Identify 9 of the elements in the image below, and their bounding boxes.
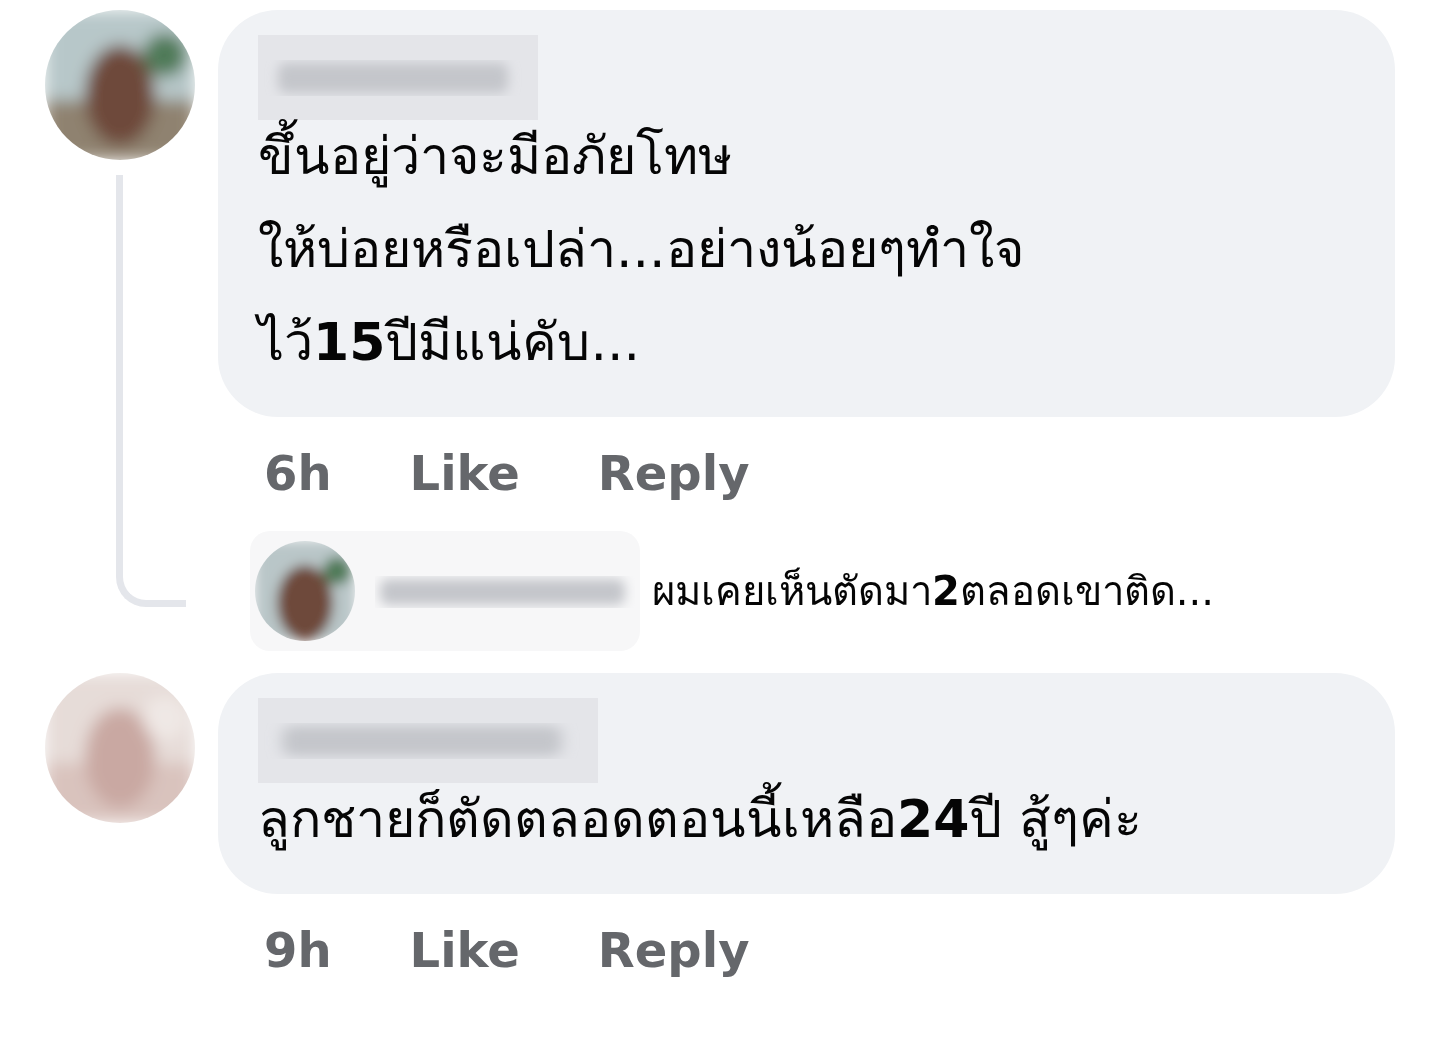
reply-button[interactable]: Reply bbox=[597, 922, 750, 978]
like-button[interactable]: Like bbox=[409, 922, 520, 978]
timestamp: 9h bbox=[264, 922, 332, 978]
comment-text: ลูกชายก็ตัดตลอดตอนนี้เหลือ24ปี สู้ๆค่ะ bbox=[258, 773, 1355, 866]
reply-button[interactable]: Reply bbox=[597, 445, 750, 501]
timestamp: 6h bbox=[264, 445, 332, 501]
reply-text: ผมเคยเห็นตัดมา2ตลอดเขาติด... bbox=[652, 566, 1214, 616]
like-button[interactable]: Like bbox=[409, 445, 520, 501]
reply-preview[interactable] bbox=[250, 531, 640, 651]
